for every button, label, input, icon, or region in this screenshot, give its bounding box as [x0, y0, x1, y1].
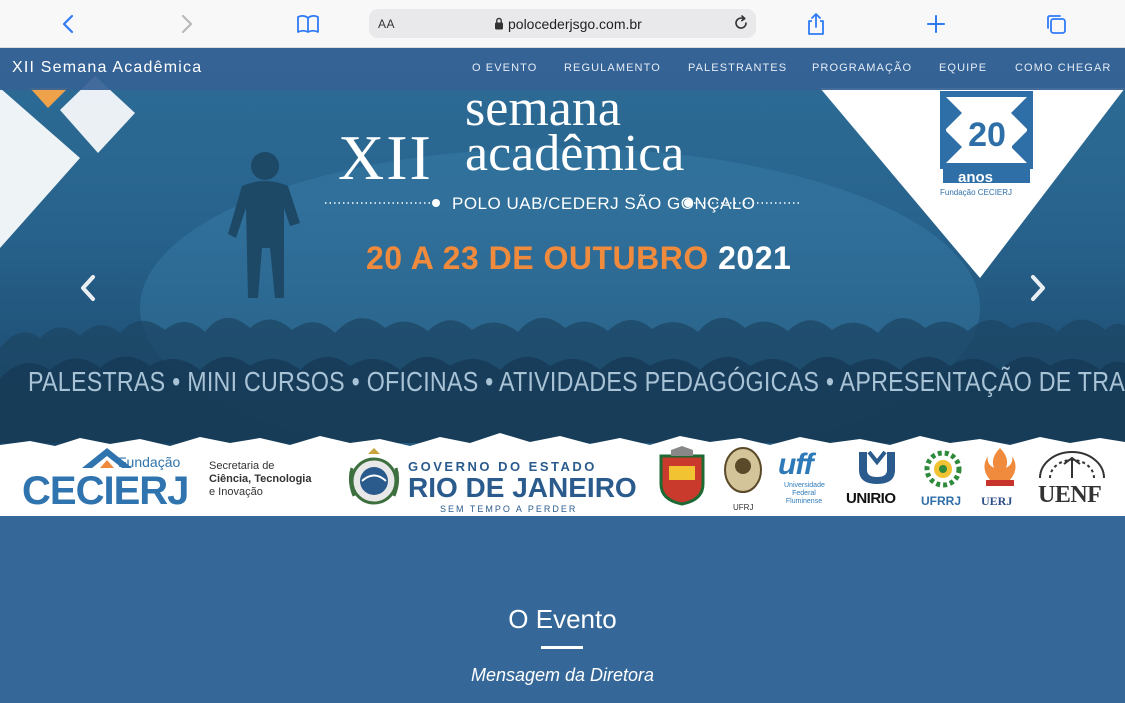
hero-activities: PALESTRAS • MINI CURSOS • OFICINAS • ATI…: [28, 366, 1125, 397]
uerj-flame-icon: [984, 448, 1016, 486]
logo-cecierj: CECIERJ: [22, 469, 189, 513]
hero-subtitle: POLO UAB/CEDERJ SÃO GONÇALO: [452, 194, 756, 213]
nav-regulamento[interactable]: REGULAMENTO: [564, 62, 661, 74]
uff-sub-line3: Fluminense: [785, 498, 823, 505]
url-text: polocederjsgo.com.br: [508, 16, 642, 32]
logo-secretaria: Secretaria de Ciência, Tecnologia e Inov…: [209, 460, 312, 499]
rio-coat-of-arms-icon: [348, 448, 400, 505]
forward-button[interactable]: [172, 9, 202, 39]
unirio-symbol-icon: [859, 450, 895, 484]
logo-uff: uff: [778, 448, 814, 481]
text-size-button[interactable]: AA: [378, 17, 395, 31]
book-icon: [297, 15, 319, 33]
anniversary-badge: 20 anos Fundação CECIERJ: [940, 91, 1033, 199]
uff-sub-line2: Federal: [792, 490, 816, 497]
chevron-left-icon: [81, 275, 95, 301]
hero-year: 2021: [718, 240, 792, 276]
nav-como-chegar[interactable]: COMO CHEGAR: [1015, 62, 1111, 74]
address-bar[interactable]: AA polocederjsgo.com.br: [369, 9, 756, 38]
share-icon: [808, 13, 824, 35]
logo-governo-main: RIO DE JANEIRO: [408, 472, 637, 503]
carousel-prev-button[interactable]: [76, 273, 100, 303]
hero-carousel: XII semana acadêmica POLO UAB/CEDERJ SÃO…: [0, 48, 1125, 516]
event-section: O Evento Mensagem da Diretora: [0, 516, 1125, 703]
section-title: O Evento: [508, 604, 617, 634]
nav-o-evento[interactable]: O EVENTO: [472, 62, 537, 74]
chevron-right-icon: [181, 14, 193, 34]
hero-dates: 20 A 23 DE OUTUBRO 2021: [366, 240, 791, 277]
partner-logos: Fundação CECIERJ Secretaria de Ciência, …: [0, 432, 1125, 516]
secretaria-line2: Ciência, Tecnologia: [209, 473, 312, 485]
uenf-arch-icon: [1039, 451, 1105, 479]
logo-ufrrj: UFRRJ: [921, 494, 962, 508]
chevron-right-icon: [1031, 275, 1045, 301]
logo-ufrj: UFRJ: [733, 503, 754, 512]
hero-title-roman: XII: [338, 122, 433, 193]
section-divider: [541, 646, 583, 649]
secretaria-line1: Secretaria de: [209, 460, 275, 472]
badge-org: Fundação CECIERJ: [940, 188, 1013, 197]
carousel-next-button[interactable]: [1026, 273, 1050, 303]
share-button[interactable]: [801, 9, 831, 39]
hero-title-line2: acadêmica: [465, 125, 685, 182]
nav-programacao[interactable]: PROGRAMAÇÃO: [812, 62, 912, 74]
ufrrj-gear-icon: [924, 450, 962, 488]
tabs-icon: [1047, 15, 1066, 34]
badge-number: 20: [962, 115, 1012, 155]
tabs-button[interactable]: [1041, 9, 1071, 39]
site-navbar: XII Semana Acadêmica O EVENTO REGULAMENT…: [0, 48, 1125, 90]
sao-goncalo-crest-icon: [659, 446, 705, 506]
new-tab-button[interactable]: [921, 9, 951, 39]
section-subtitle: Mensagem da Diretora: [470, 665, 655, 685]
badge-word: anos: [958, 169, 994, 186]
back-button[interactable]: [53, 9, 83, 39]
logo-fundacao: Fundação: [118, 454, 181, 470]
chevron-left-icon: [62, 14, 74, 34]
secretaria-line3: e Inovação: [209, 486, 263, 498]
reload-icon[interactable]: [732, 14, 750, 32]
logo-uerj: UERJ: [981, 494, 1013, 508]
logo-governo-slogan: SEM TEMPO A PERDER: [440, 504, 578, 514]
nav-equipe[interactable]: EQUIPE: [939, 62, 987, 74]
logo-unirio: UNIRIO: [846, 490, 896, 507]
bookmarks-button[interactable]: [293, 9, 323, 39]
logo-uff-subtitle: Universidade Federal Fluminense: [784, 482, 825, 506]
plus-icon: [927, 15, 945, 33]
lock-icon: [495, 17, 503, 30]
site-brand[interactable]: XII Semana Acadêmica: [12, 59, 202, 77]
logo-uenf: UENF: [1038, 482, 1102, 508]
ufrj-seal-icon: [724, 447, 762, 493]
nav-palestrantes[interactable]: PALESTRANTES: [688, 62, 787, 74]
browser-toolbar: AA polocederjsgo.com.br: [0, 0, 1125, 48]
uff-sub-line1: Universidade: [784, 482, 825, 489]
hero-date-range: 20 A 23 DE OUTUBRO: [366, 240, 709, 276]
